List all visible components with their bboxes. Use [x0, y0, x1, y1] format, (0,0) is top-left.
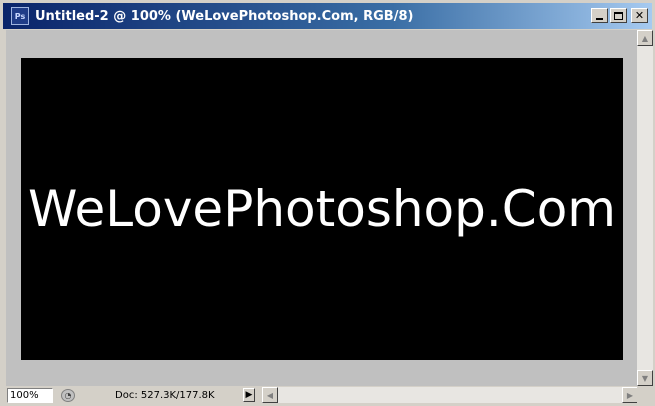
minimize-icon [596, 17, 603, 20]
document-window: Ps Untitled-2 @ 100% (WeLovePhotoshop.Co… [0, 0, 655, 406]
document-canvas[interactable]: WeLovePhotoshop.Com [21, 58, 623, 360]
vertical-scrollbar[interactable]: ▲ ▼ [637, 30, 653, 386]
scroll-left-icon: ◀ [266, 390, 274, 400]
resize-grip[interactable] [637, 386, 653, 404]
scroll-down-icon: ▼ [641, 373, 649, 383]
canvas-area[interactable]: WeLovePhotoshop.Com [6, 30, 637, 386]
close-icon: ✕ [634, 9, 645, 22]
status-indicator-icon[interactable]: ◔ [61, 388, 75, 402]
maximize-icon [614, 11, 623, 20]
window-title: Untitled-2 @ 100% (WeLovePhotoshop.Com, … [35, 8, 414, 24]
doc-size-info: Doc: 527.3K/177.8K [115, 389, 215, 401]
scroll-up-button[interactable]: ▲ [637, 30, 653, 46]
canvas-text-layer[interactable]: WeLovePhotoshop.Com [28, 180, 616, 238]
status-bar: 100% ◔ Doc: 527.3K/177.8K ▶ ◀ ▶ [3, 386, 653, 404]
window-controls: ✕ [591, 8, 648, 23]
title-bar[interactable]: Ps Untitled-2 @ 100% (WeLovePhotoshop.Co… [3, 3, 652, 29]
horizontal-scrollbar[interactable]: ◀ ▶ [262, 387, 638, 403]
minimize-button[interactable] [591, 8, 608, 23]
zoom-input[interactable]: 100% [7, 387, 53, 403]
close-button[interactable]: ✕ [631, 8, 648, 23]
photoshop-icon[interactable]: Ps [11, 7, 29, 25]
menu-arrow-icon: ▶ [245, 390, 253, 400]
scroll-right-button[interactable]: ▶ [622, 387, 638, 403]
scroll-up-icon: ▲ [641, 33, 649, 43]
scroll-left-button[interactable]: ◀ [262, 387, 278, 403]
scroll-right-icon: ▶ [626, 390, 634, 400]
maximize-button[interactable] [610, 8, 627, 23]
scroll-down-button[interactable]: ▼ [637, 370, 653, 386]
status-menu-button[interactable]: ▶ [243, 388, 255, 402]
